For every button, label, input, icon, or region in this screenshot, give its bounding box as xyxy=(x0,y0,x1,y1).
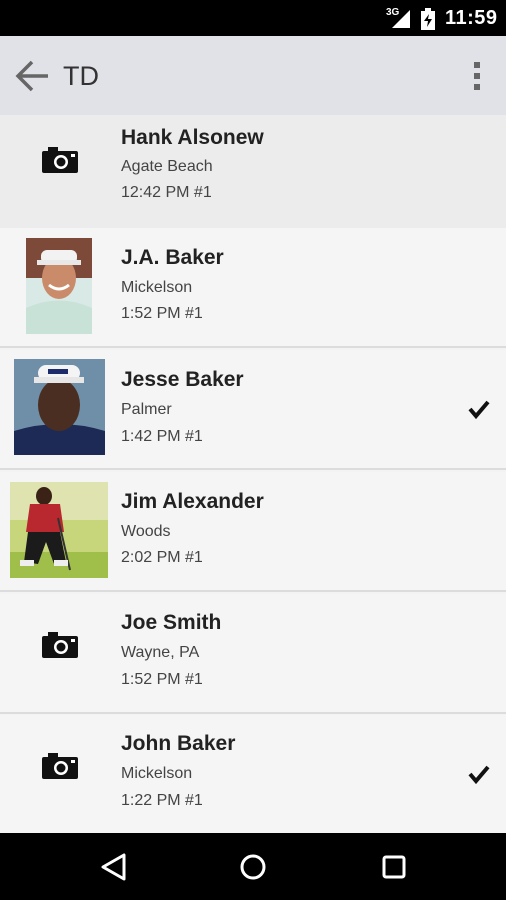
camera-icon xyxy=(42,147,78,173)
camera-icon xyxy=(42,632,78,658)
list-item[interactable]: Jesse Baker Palmer 1:42 PM #1 xyxy=(0,350,506,470)
list-item[interactable]: Jim Alexander Woods 2:02 PM #1 xyxy=(0,472,506,592)
contact-location: Wayne, PA xyxy=(121,644,200,661)
contact-meta: 2:02 PM #1 xyxy=(121,549,203,566)
list-item[interactable]: Joe Smith Wayne, PA 1:52 PM #1 xyxy=(0,594,506,714)
nav-recents-icon[interactable] xyxy=(378,851,410,883)
contact-location: Mickelson xyxy=(121,765,193,782)
nav-home-icon[interactable] xyxy=(237,851,269,883)
nav-back-icon[interactable] xyxy=(98,851,130,883)
contact-list: Hank Alsonew Agate Beach 12:42 PM #1 J.A… xyxy=(0,115,506,833)
status-bar: 3G 11:59 xyxy=(0,0,506,36)
overflow-menu-icon[interactable] xyxy=(466,58,488,94)
avatar xyxy=(26,238,92,334)
app-bar: TD xyxy=(0,36,506,115)
contact-name: J.A. Baker xyxy=(121,246,224,269)
contact-location: Mickelson xyxy=(121,279,193,296)
check-icon xyxy=(468,400,490,420)
contact-location: Woods xyxy=(121,523,171,540)
camera-icon xyxy=(42,753,78,779)
contact-name: John Baker xyxy=(121,732,236,755)
clock: 11:59 xyxy=(445,7,498,29)
navigation-bar xyxy=(0,833,506,900)
battery-icon xyxy=(421,8,435,30)
contact-meta: 1:42 PM #1 xyxy=(121,428,203,445)
contact-meta: 12:42 PM #1 xyxy=(121,184,212,201)
avatar xyxy=(10,482,108,578)
contact-location: Palmer xyxy=(121,401,172,418)
contact-meta: 1:22 PM #1 xyxy=(121,792,203,809)
arrow-back-icon[interactable] xyxy=(12,58,52,94)
contact-location: Agate Beach xyxy=(121,158,213,175)
contact-name: Jim Alexander xyxy=(121,490,264,513)
list-item[interactable]: Hank Alsonew Agate Beach 12:42 PM #1 xyxy=(0,115,506,235)
contact-name: Jesse Baker xyxy=(121,368,244,391)
list-item[interactable]: John Baker Mickelson 1:22 PM #1 xyxy=(0,715,506,833)
list-item[interactable]: J.A. Baker Mickelson 1:52 PM #1 xyxy=(0,228,506,348)
check-icon xyxy=(468,765,490,785)
contact-name: Hank Alsonew xyxy=(121,126,264,149)
contact-meta: 1:52 PM #1 xyxy=(121,671,203,688)
signal-icon xyxy=(392,10,410,28)
page-title: TD xyxy=(63,61,99,91)
avatar xyxy=(14,359,105,455)
contact-meta: 1:52 PM #1 xyxy=(121,305,203,322)
contact-name: Joe Smith xyxy=(121,611,222,634)
